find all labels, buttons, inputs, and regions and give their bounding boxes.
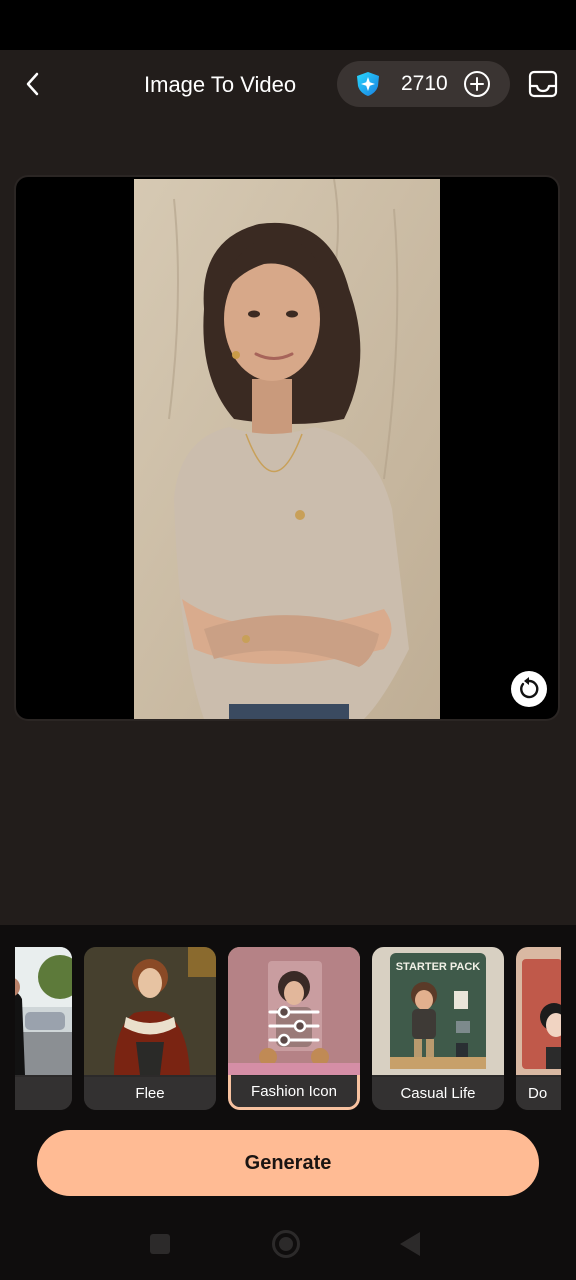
template-carousel[interactable]: n Flee	[15, 947, 561, 1110]
page-title: Image To Video	[144, 72, 297, 97]
status-bar	[0, 0, 576, 50]
back-button[interactable]	[16, 67, 50, 101]
credits-pill[interactable]: 2710	[337, 61, 510, 107]
template-thumbnail-street	[15, 947, 72, 1075]
template-label: Fashion Icon	[231, 1076, 357, 1107]
template-card[interactable]: n	[15, 947, 72, 1110]
template-card[interactable]: Do	[516, 947, 561, 1110]
system-back-button[interactable]	[400, 1232, 420, 1256]
template-label: Casual Life	[372, 1077, 504, 1110]
template-label: Do	[516, 1077, 561, 1110]
template-thumbnail-doll	[516, 947, 561, 1075]
starter-pack-poster-text: STARTER PACK	[396, 961, 481, 973]
uploaded-photo[interactable]	[134, 179, 440, 719]
home-button[interactable]	[272, 1230, 300, 1258]
recent-apps-button[interactable]	[150, 1234, 170, 1254]
inbox-button[interactable]	[526, 67, 560, 101]
add-credits-icon[interactable]	[463, 70, 491, 98]
adjust-sliders-icon[interactable]	[268, 1005, 320, 1047]
app-header: Image To Video 2710	[0, 50, 576, 120]
template-card[interactable]: Flee	[84, 947, 216, 1110]
template-card[interactable]: STARTER PACK Casual Life	[372, 947, 504, 1110]
chevron-left-icon	[26, 72, 39, 96]
credits-gem-icon	[357, 72, 379, 96]
system-navigation-bar	[0, 1208, 576, 1280]
generate-button[interactable]: Generate	[37, 1130, 539, 1196]
credits-count: 2710	[401, 72, 448, 95]
portrait-image	[134, 179, 440, 719]
template-label: Flee	[84, 1077, 216, 1110]
template-thumbnail-painting	[84, 947, 216, 1075]
replay-button[interactable]	[511, 671, 547, 707]
template-card-selected[interactable]: Fashion Icon	[228, 947, 360, 1110]
template-thumbnail-starter-pack: STARTER PACK	[372, 947, 504, 1075]
replay-icon	[520, 677, 539, 699]
inbox-icon	[528, 70, 558, 98]
image-preview	[16, 177, 558, 719]
template-label: n	[15, 1077, 72, 1110]
